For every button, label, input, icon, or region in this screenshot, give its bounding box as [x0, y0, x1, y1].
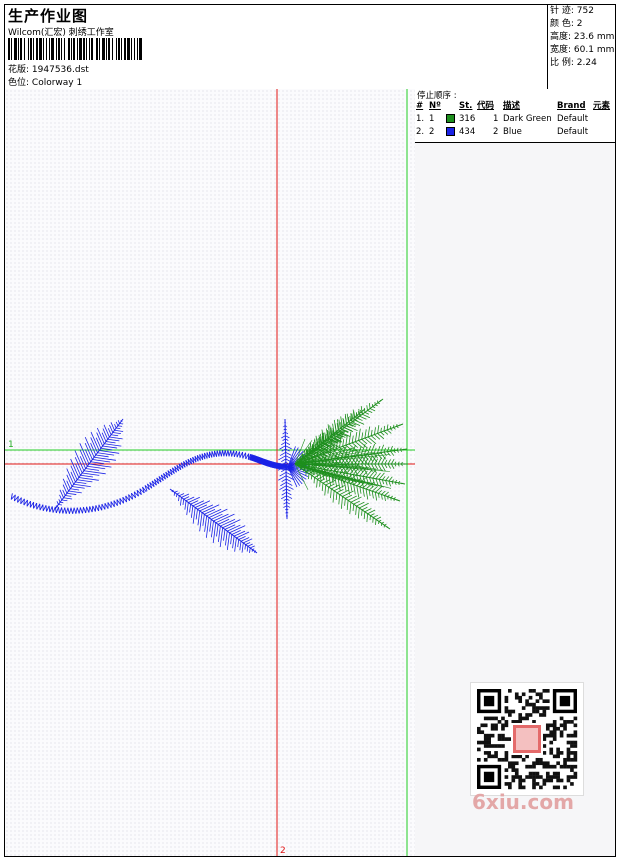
company-name: Wilcom(汇宏) 刺绣工作室 — [8, 28, 114, 38]
colorway-label: 色位: — [8, 78, 30, 88]
stitch-artwork — [10, 398, 408, 554]
embroidery-preview: 1 2 — [5, 89, 415, 856]
page-title: 生产作业图 — [8, 7, 89, 25]
design-value: 1947536.dst — [31, 65, 89, 75]
stat-stitches: 针 迹: 752 — [550, 6, 594, 16]
colorway-line: 色位: Colorway 1 — [8, 75, 82, 88]
color-swatch-blue — [446, 127, 455, 136]
colorway-value: Colorway 1 — [31, 78, 83, 88]
stat-scale: 比 例: 2.24 — [550, 58, 597, 68]
stat-height: 高度: 23.6 mm — [550, 32, 615, 42]
design-label: 花版: — [8, 65, 30, 75]
stat-width: 宽度: 60.1 mm — [550, 45, 615, 55]
guide-marker-1: 1 — [8, 440, 14, 450]
header: 生产作业图 Wilcom(汇宏) 刺绣工作室 花版: 1947536.dst 色… — [5, 5, 615, 90]
watermark-text: 6xiu.com — [472, 790, 574, 814]
table-row: 2. 2 434 2 Blue Default — [416, 127, 589, 137]
design-canvas: 1 2 — [5, 89, 416, 856]
guide-marker-2: 2 — [280, 846, 286, 856]
barcode — [8, 38, 142, 60]
stat-colors: 颜 色: 2 — [550, 19, 583, 29]
qr-code — [470, 682, 584, 796]
table-header: # Nº St. 代码 描述 Brand 元素 — [416, 101, 611, 111]
color-swatch-green — [446, 114, 455, 123]
stats-panel: 针 迹: 752 颜 色: 2 高度: 23.6 mm 宽度: 60.1 mm … — [547, 5, 615, 89]
stop-sequence-table: 停止顺序 : # Nº St. 代码 描述 Brand 元素 1. 1 316 … — [415, 89, 615, 143]
design-line: 花版: 1947536.dst — [8, 62, 89, 75]
table-row: 1. 1 316 1 Dark Green Default — [416, 114, 589, 124]
